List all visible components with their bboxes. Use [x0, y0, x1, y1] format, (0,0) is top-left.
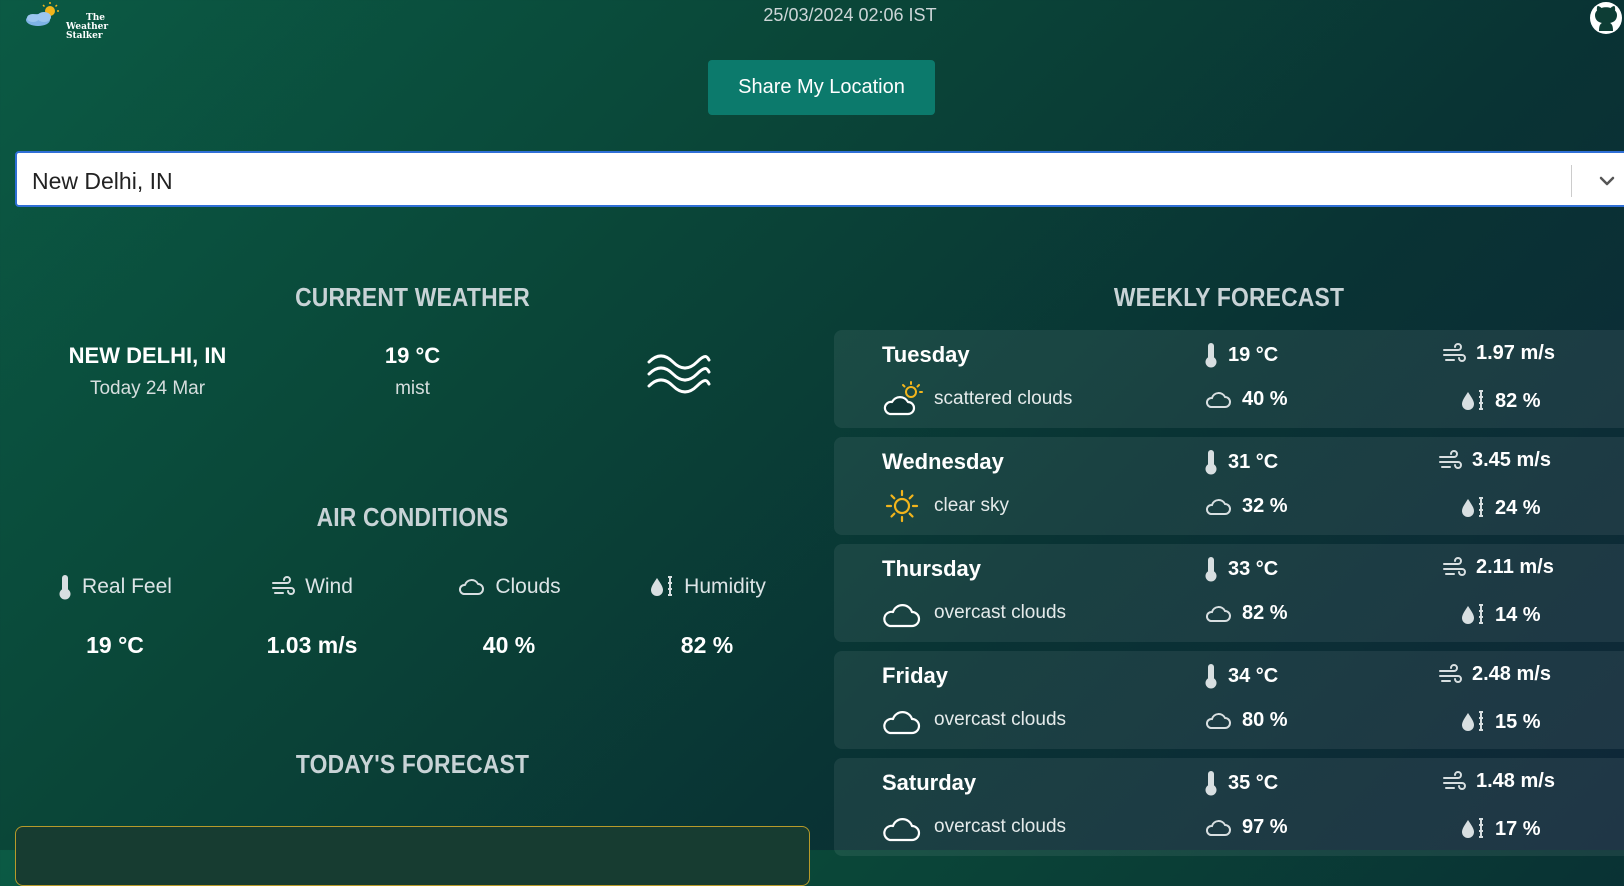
forecast-temperature: 33 °C	[1204, 556, 1278, 582]
thermometer-icon	[1205, 557, 1217, 582]
air-condition-real-feel: Real Feel 19 °C	[20, 572, 210, 659]
air-conditions-title: AIR CONDITIONS	[316, 502, 509, 532]
current-datetime: 25/03/2024 02:06 IST	[763, 5, 937, 25]
wind-icon	[1443, 342, 1466, 362]
air-condition-label: Humidity	[684, 575, 766, 598]
forecast-wind: 2.48 m/s	[1438, 663, 1551, 686]
weekly-forecast-row: Tuesday scattered clouds 19 °C 40 % 1.97…	[834, 330, 1624, 428]
forecast-wind: 2.11 m/s	[1442, 556, 1554, 579]
forecast-temperature: 19 °C	[1204, 342, 1278, 368]
share-location-button[interactable]: Share My Location	[708, 60, 935, 115]
wind-icon	[1443, 770, 1466, 790]
current-city: NEW DELHI, IN	[68, 343, 227, 368]
city-search-select[interactable]: New Delhi, IN	[15, 151, 1624, 207]
humidity-icon	[1462, 497, 1483, 517]
select-separator	[1571, 165, 1572, 197]
air-condition-humidity: Humidity 82 %	[612, 572, 802, 659]
air-condition-value: 82 %	[680, 632, 734, 658]
forecast-day: Wednesday	[882, 449, 1004, 474]
air-condition-label: Real Feel	[82, 575, 172, 598]
forecast-description: overcast clouds	[934, 709, 1067, 730]
wind-icon	[1439, 663, 1462, 683]
wind-icon	[272, 576, 296, 595]
humidity-icon	[1462, 604, 1483, 624]
cloud-icon	[883, 818, 921, 842]
forecast-description: overcast clouds	[934, 816, 1067, 837]
wind-icon	[1439, 449, 1462, 469]
github-icon	[1590, 2, 1622, 34]
air-condition-value: 40 %	[482, 632, 536, 658]
forecast-day: Thursday	[882, 556, 982, 581]
forecast-wind: 3.45 m/s	[1438, 449, 1551, 472]
weekly-forecast-row: Friday overcast clouds 34 °C 80 % 2.48 m…	[834, 651, 1624, 749]
humidity-icon	[1462, 818, 1483, 838]
current-temperature: 19 °C	[384, 343, 441, 368]
humidity-icon	[1462, 390, 1483, 410]
todays-forecast-title: TODAY'S FORECAST	[295, 749, 530, 779]
forecast-temperature: 34 °C	[1204, 663, 1278, 689]
forecast-day: Friday	[882, 663, 949, 688]
forecast-clouds: 32 %	[1204, 495, 1288, 518]
partly-cloudy-icon	[883, 381, 923, 416]
wind-icon	[1443, 556, 1466, 576]
current-description: mist	[395, 378, 430, 399]
forecast-description: clear sky	[934, 495, 1009, 516]
air-condition-value: 19 °C	[86, 632, 144, 658]
humidity-icon	[651, 576, 673, 596]
forecast-description: scattered clouds	[934, 388, 1073, 409]
cloud-icon	[883, 711, 921, 735]
forecast-temperature: 35 °C	[1204, 770, 1278, 796]
cloud-icon	[1205, 391, 1231, 408]
cloud-icon	[1205, 819, 1231, 836]
cloud-icon	[1205, 712, 1231, 729]
thermometer-icon	[1205, 450, 1217, 475]
forecast-day: Saturday	[882, 770, 977, 795]
forecast-humidity: 17 %	[1459, 816, 1541, 842]
city-search-value[interactable]: New Delhi, IN	[32, 168, 173, 195]
forecast-wind: 1.97 m/s	[1442, 342, 1555, 365]
current-date: Today 24 Mar	[89, 378, 206, 399]
forecast-humidity: 14 %	[1459, 602, 1541, 628]
air-condition-clouds: Clouds 40 %	[414, 572, 604, 659]
weekly-forecast-row: Saturday overcast clouds 35 °C 97 % 1.48…	[834, 758, 1624, 856]
thermometer-icon	[59, 575, 71, 600]
cloud-icon	[459, 579, 485, 595]
forecast-clouds: 80 %	[1204, 709, 1288, 732]
weekly-forecast-row: Thursday overcast clouds 33 °C 82 % 2.11…	[834, 544, 1624, 642]
current-weather-title: CURRENT WEATHER	[295, 282, 530, 312]
forecast-temperature: 31 °C	[1204, 449, 1278, 475]
cloud-icon	[1205, 498, 1231, 515]
chevron-down-icon[interactable]	[1597, 171, 1617, 191]
weekly-forecast-title: WEEKLY FORECAST	[1113, 282, 1345, 312]
air-condition-label: Clouds	[495, 575, 561, 598]
mist-icon	[647, 354, 711, 394]
humidity-icon	[1462, 711, 1483, 731]
todays-forecast-panel	[15, 826, 810, 886]
github-link[interactable]	[1586, 0, 1624, 36]
forecast-clouds: 40 %	[1204, 388, 1288, 411]
sun-icon	[885, 489, 919, 523]
forecast-clouds: 82 %	[1204, 602, 1288, 625]
forecast-day: Tuesday	[882, 342, 970, 367]
air-condition-wind: Wind 1.03 m/s	[217, 572, 407, 659]
forecast-humidity: 15 %	[1459, 709, 1541, 735]
cloud-icon	[1205, 605, 1231, 622]
thermometer-icon	[1205, 664, 1217, 689]
forecast-wind: 1.48 m/s	[1442, 770, 1555, 793]
air-condition-value: 1.03 m/s	[266, 632, 358, 658]
air-condition-label: Wind	[305, 575, 353, 598]
forecast-description: overcast clouds	[934, 602, 1067, 623]
weekly-forecast-row: Wednesday clear sky 31 °C 32 % 3.45 m/s …	[834, 437, 1624, 535]
cloud-icon	[883, 604, 921, 628]
thermometer-icon	[1205, 343, 1217, 368]
thermometer-icon	[1205, 771, 1217, 796]
forecast-clouds: 97 %	[1204, 816, 1288, 839]
forecast-humidity: 24 %	[1459, 495, 1541, 521]
forecast-humidity: 82 %	[1459, 388, 1541, 414]
